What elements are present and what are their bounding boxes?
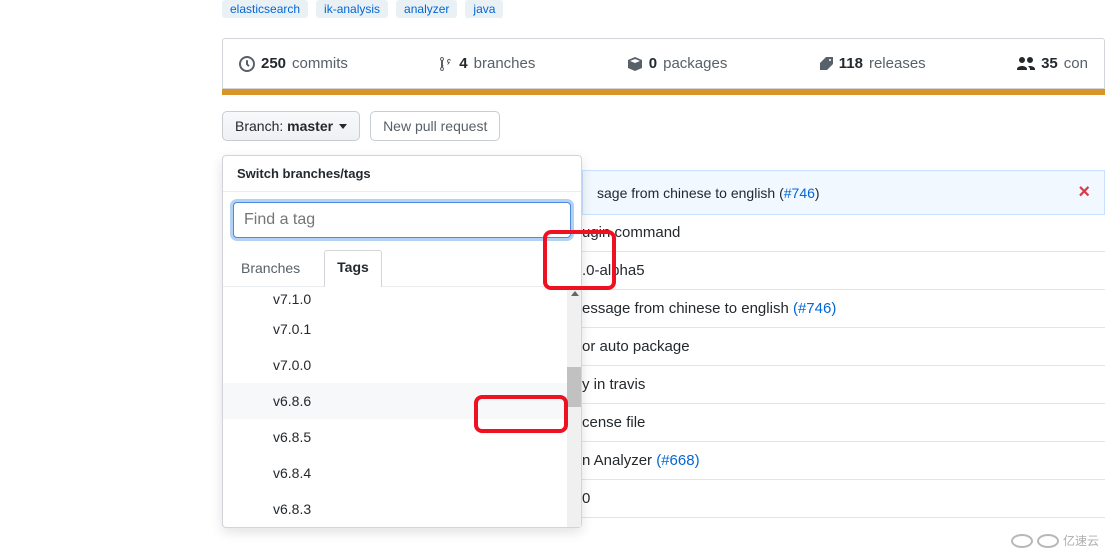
list-item[interactable]: n Analyzer (#668) (582, 442, 1105, 480)
new-pull-request-button[interactable]: New pull request (370, 111, 500, 141)
watermark-text: 亿速云 (1063, 532, 1099, 549)
issue-link[interactable]: (#668) (656, 452, 699, 469)
branches-label: branches (474, 55, 536, 72)
tag-item[interactable]: v6.8.5 (223, 419, 581, 455)
releases-count: 118 (839, 55, 863, 72)
releases-link[interactable]: 118 releases (803, 49, 942, 78)
list-item[interactable]: .0-alpha5 (582, 252, 1105, 290)
dropdown-title: Switch branches/tags (223, 156, 581, 192)
commits-count: 250 (261, 55, 286, 72)
branch-name: master (287, 118, 333, 134)
tag-icon (819, 56, 833, 72)
tag-list[interactable]: v7.1.0 v7.0.1 v7.0.0 v6.8.6 v6.8.5 v6.8.… (223, 287, 581, 527)
packages-link[interactable]: 0 packages (611, 49, 744, 78)
package-icon (627, 56, 643, 72)
tag-search-input[interactable] (233, 202, 571, 238)
people-icon (1017, 57, 1035, 71)
releases-label: releases (869, 55, 926, 72)
branch-select-button[interactable]: Branch: master (222, 111, 360, 141)
dropdown-search-wrap (223, 192, 581, 244)
branches-link[interactable]: 4 branches (423, 49, 551, 78)
language-bar (222, 89, 1105, 95)
branch-tag-dropdown: Switch branches/tags Branches Tags v7.1.… (222, 155, 582, 528)
branch-prefix: Branch: (235, 118, 283, 134)
packages-count: 0 (649, 55, 657, 72)
list-item[interactable]: essage from chinese to english (#746) (582, 290, 1105, 328)
topics-row: elasticsearch ik-analysis analyzer java (222, 0, 1105, 28)
tag-item[interactable]: v7.0.1 (223, 311, 581, 347)
tag-item[interactable]: v7.1.0 (223, 287, 581, 311)
contributors-count: 35 (1041, 55, 1058, 72)
tab-branches[interactable]: Branches (237, 250, 304, 286)
branch-icon (439, 56, 453, 72)
scrollbar-track (567, 287, 581, 527)
scrollbar-thumb[interactable] (567, 367, 581, 407)
cloud-icon (1037, 534, 1059, 548)
tag-item[interactable]: v6.8.4 (223, 455, 581, 491)
toolbar: Branch: master New pull request (222, 111, 1105, 141)
topic-tag[interactable]: java (465, 0, 503, 18)
close-icon[interactable]: × (1078, 181, 1090, 204)
list-item[interactable]: 0 (582, 480, 1105, 518)
tag-item[interactable]: v6.8.3 (223, 491, 581, 527)
issue-link[interactable]: #746 (784, 185, 815, 201)
dropdown-tabs: Branches Tags (223, 250, 581, 287)
tab-tags[interactable]: Tags (324, 250, 382, 287)
cloud-icon (1011, 534, 1033, 548)
branches-count: 4 (459, 55, 467, 72)
tag-item[interactable]: v6.8.6 (223, 383, 581, 419)
list-item[interactable]: ugin command (582, 214, 1105, 252)
commits-label: commits (292, 55, 348, 72)
history-icon (239, 56, 255, 72)
list-item[interactable]: y in travis (582, 366, 1105, 404)
scroll-up-icon[interactable] (571, 291, 579, 296)
chevron-down-icon (339, 124, 347, 129)
topic-tag[interactable]: analyzer (396, 0, 457, 18)
list-item[interactable]: cense file (582, 404, 1105, 442)
repo-summary-bar: 250 commits 4 branches 0 packages 118 re… (222, 38, 1105, 89)
contributors-label: con (1064, 55, 1088, 72)
issue-link[interactable]: (#746) (793, 300, 836, 317)
commits-link[interactable]: 250 commits (223, 49, 364, 78)
topic-tag[interactable]: ik-analysis (316, 0, 388, 18)
watermark: 亿速云 (1011, 532, 1099, 549)
packages-label: packages (663, 55, 727, 72)
banner-text: sage from chinese to english (#746) (597, 185, 820, 201)
commit-rows: ugin command .0-alpha5 essage from chine… (582, 214, 1105, 518)
info-banner: sage from chinese to english (#746) × (582, 170, 1105, 215)
tag-item[interactable]: v7.0.0 (223, 347, 581, 383)
list-item[interactable]: or auto package (582, 328, 1105, 366)
contributors-link[interactable]: 35 con (1001, 49, 1104, 78)
topic-tag[interactable]: elasticsearch (222, 0, 308, 18)
